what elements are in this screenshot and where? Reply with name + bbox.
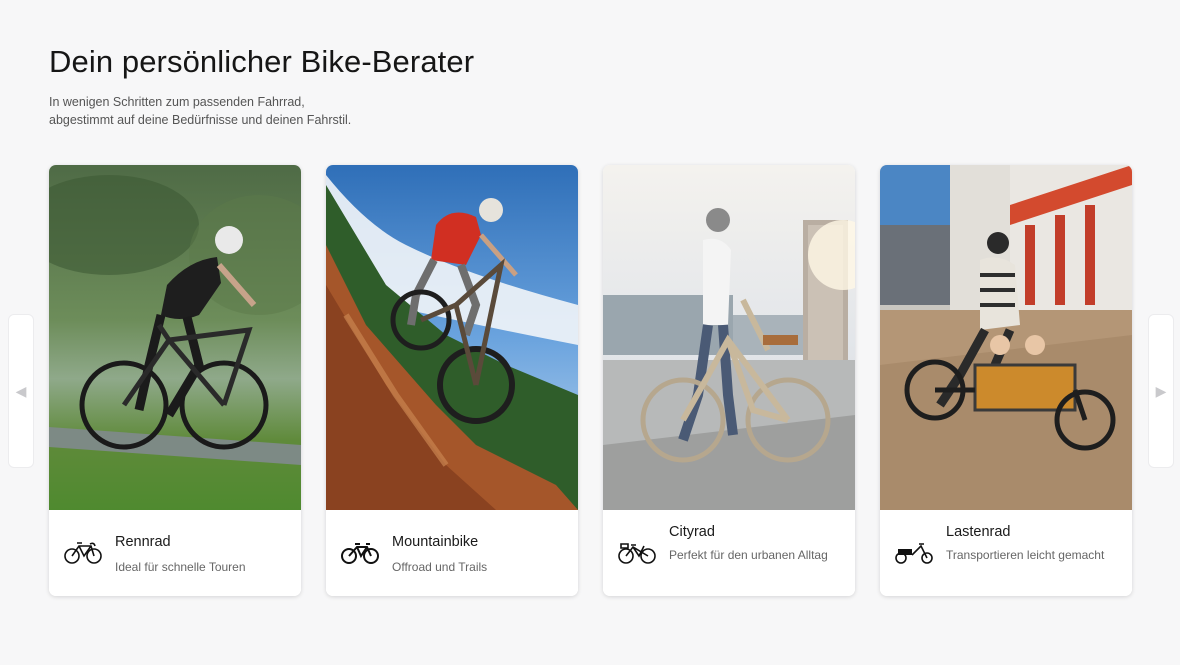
carousel-prev-button[interactable]: ◀ xyxy=(8,314,34,468)
bike-card-lastenrad[interactable]: Lastenrad Transportieren leicht gemacht xyxy=(880,165,1132,596)
city-bike-icon xyxy=(618,543,656,564)
lastenrad-info: Lastenrad Transportieren leicht gemacht xyxy=(880,510,1132,596)
bike-card-mountainbike[interactable]: Mountainbike Offroad und Trails xyxy=(326,165,578,596)
bike-card-cityrad[interactable]: Cityrad Perfekt für den urbanen Alltag xyxy=(603,165,855,596)
card-description: Transportieren leicht gemacht xyxy=(946,548,1105,562)
rennrad-photo xyxy=(49,165,301,510)
card-description: Offroad und Trails xyxy=(392,560,488,574)
cargo-bike-icon xyxy=(895,543,933,564)
chevron-right-icon: ▶ xyxy=(1155,382,1167,399)
card-name: Lastenrad xyxy=(946,524,1011,540)
mountain-bike-icon xyxy=(341,543,379,564)
mountainbike-photo xyxy=(326,165,578,510)
carousel-next-button[interactable]: ▶ xyxy=(1148,314,1174,468)
card-name: Cityrad xyxy=(669,524,715,540)
bike-card-rennrad[interactable]: Rennrad Ideal für schnelle Touren xyxy=(49,165,301,596)
page-subtitle: In wenigen Schritten zum passenden Fahrr… xyxy=(49,93,351,129)
card-name: Mountainbike xyxy=(392,534,479,550)
rennrad-info: Rennrad Ideal für schnelle Touren xyxy=(49,510,301,596)
cityrad-info: Cityrad Perfekt für den urbanen Alltag xyxy=(603,510,855,596)
card-name: Rennrad xyxy=(115,534,171,550)
subtitle-line-2: abgestimmt auf deine Bedürfnisse und dei… xyxy=(49,113,352,127)
road-bike-icon xyxy=(64,542,102,564)
page-title: Dein persönlicher Bike-Berater xyxy=(49,44,475,79)
chevron-left-icon: ◀ xyxy=(15,382,27,399)
card-description: Perfekt für den urbanen Alltag xyxy=(669,548,828,562)
card-description: Ideal für schnelle Touren xyxy=(115,560,246,574)
mountainbike-info: Mountainbike Offroad und Trails xyxy=(326,510,578,596)
cityrad-photo xyxy=(603,165,855,510)
lastenrad-photo xyxy=(880,165,1132,510)
subtitle-line-1: In wenigen Schritten zum passenden Fahrr… xyxy=(49,95,305,109)
